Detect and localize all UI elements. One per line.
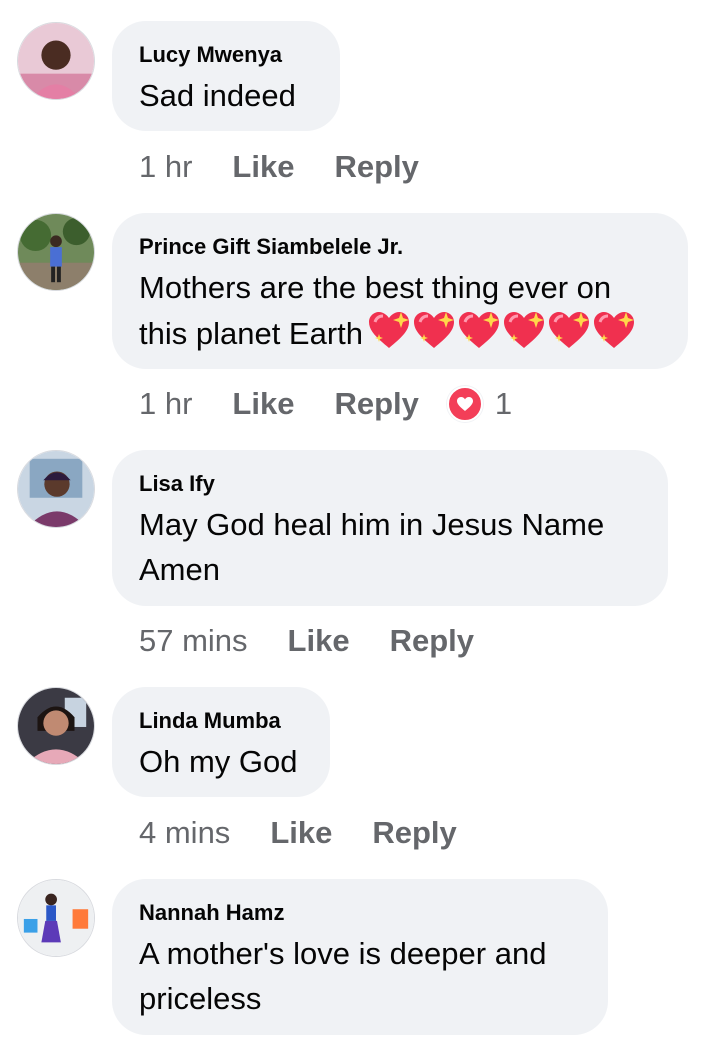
comment-bubble: Prince Gift Siambelele Jr. Mothers are t…: [112, 213, 688, 369]
reply-button[interactable]: Reply: [372, 815, 456, 851]
avatar[interactable]: [17, 879, 95, 957]
comment-bubble: Lucy Mwenya Sad indeed: [112, 21, 340, 131]
comment-actions: 57 mins Like Reply: [139, 621, 514, 661]
sparkling-heart-icon: [594, 312, 635, 348]
comment-actions: 4 mins Like Reply: [139, 813, 497, 853]
comment-bubble: Linda Mumba Oh my God: [112, 687, 330, 797]
love-icon: [446, 386, 483, 422]
like-button[interactable]: Like: [288, 623, 350, 659]
comment-bubble: Lisa Ify May God heal him in Jesus Name …: [112, 450, 668, 606]
sparkling-hearts: [367, 310, 637, 350]
sparkling-heart-icon: [504, 312, 545, 348]
like-button[interactable]: Like: [232, 386, 294, 422]
like-button[interactable]: Like: [270, 815, 332, 851]
reply-button[interactable]: Reply: [334, 386, 418, 422]
comment-author[interactable]: Lisa Ify: [139, 470, 641, 498]
reply-button[interactable]: Reply: [390, 623, 474, 659]
avatar[interactable]: [17, 213, 95, 291]
comment-timestamp[interactable]: 1 hr: [139, 149, 192, 185]
avatar[interactable]: [17, 22, 95, 100]
comment-text: Sad indeed: [139, 78, 296, 113]
comment-actions: 1 hr Like Reply 1: [139, 384, 512, 424]
reply-button[interactable]: Reply: [334, 149, 418, 185]
sparkling-heart-icon: [459, 312, 500, 348]
avatar[interactable]: [17, 687, 95, 765]
sparkling-heart-icon: [369, 312, 410, 348]
comment-timestamp[interactable]: 4 mins: [139, 815, 230, 851]
comment-timestamp[interactable]: 57 mins: [139, 623, 248, 659]
comment-text: Oh my God: [139, 744, 298, 779]
sparkling-heart-icon: [549, 312, 590, 348]
comment-text: Mothers are the best thing ever on this …: [139, 265, 661, 356]
comment-author[interactable]: Linda Mumba: [139, 707, 303, 735]
reaction-summary[interactable]: 1: [446, 386, 513, 422]
comment-author[interactable]: Prince Gift Siambelele Jr.: [139, 233, 661, 261]
reaction-count: 1: [494, 386, 513, 421]
like-button[interactable]: Like: [232, 149, 294, 185]
comment-text: May God heal him in Jesus Name Amen: [139, 507, 605, 587]
avatar[interactable]: [17, 450, 95, 528]
sparkling-heart-icon: [414, 312, 455, 348]
comment-actions: 1 hr Like Reply: [139, 147, 459, 187]
comment-timestamp[interactable]: 1 hr: [139, 386, 192, 422]
comment-author[interactable]: Lucy Mwenya: [139, 41, 313, 69]
comment-author[interactable]: Nannah Hamz: [139, 899, 581, 927]
comment-bubble: Nannah Hamz A mother's love is deeper an…: [112, 879, 608, 1035]
comment-text: A mother's love is deeper and priceless: [139, 936, 547, 1016]
